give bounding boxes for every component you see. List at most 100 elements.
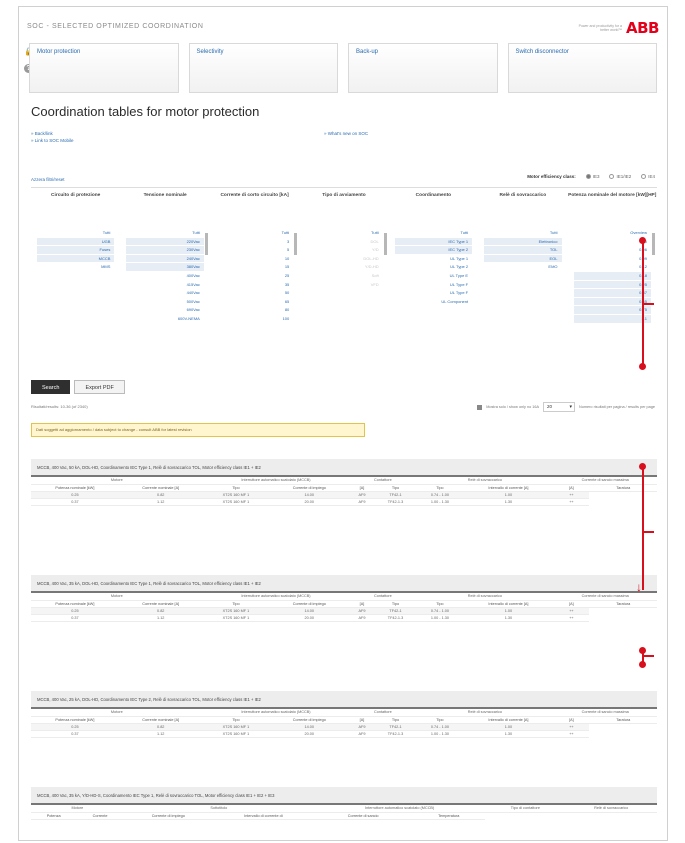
filter-option[interactable]: 3 [215, 238, 294, 247]
filter-option[interactable]: 5 [215, 246, 294, 255]
filter-option[interactable]: 35 [215, 281, 294, 290]
filter-option[interactable]: EMO [484, 263, 562, 272]
filter-option[interactable]: 440Vac [126, 289, 204, 298]
group-header-row: Motore Sottotitolo Interruttore automatico… [31, 805, 657, 813]
filter-option[interactable]: UGB [37, 237, 115, 247]
filter-option[interactable]: 0.25 [573, 280, 651, 290]
column-header: Tipo [374, 484, 417, 492]
scrollbar[interactable] [294, 233, 298, 255]
filter-option[interactable]: Overview [573, 229, 651, 238]
filter-option[interactable]: MCCB [37, 254, 115, 264]
per-page-select[interactable]: 20 [543, 402, 576, 412]
table-row[interactable]: 0.37 1.12 XT2S 160 MF 1 20.00 AF9 TF42-1.3 1.0… [31, 614, 657, 622]
tab-back-up[interactable]: Back-up [348, 43, 498, 93]
search-button[interactable]: Search [31, 380, 71, 394]
result-block: MCCB, 400 Vac, 35 kA, DOL-HD, Coordiname… [31, 575, 657, 622]
filter-option[interactable]: 240Vac [126, 254, 204, 264]
filter-option[interactable]: Tutti [484, 229, 562, 238]
filter-list-coordination[interactable]: Tutti IEC Type 1 IEC Type 2 UL Type 1 UL Typ… [389, 229, 478, 375]
filter-option[interactable]: 0.75 [573, 306, 651, 315]
table-row[interactable]: 0.25 0.82 XT2S 160 MF 1 14.00 AF9 TF42-1 0.74 … [31, 491, 657, 499]
filter-list-circuit[interactable]: Tutti UGB Fuses MCCB MMS [31, 229, 120, 375]
filter-option[interactable]: UL Type 2 [394, 263, 473, 272]
table-cell: 0.82 [118, 723, 203, 731]
filter-option[interactable]: MMS [37, 263, 115, 272]
filter-option[interactable]: 50 [215, 289, 294, 298]
filter-option[interactable]: VFD [305, 281, 383, 290]
filter-option[interactable]: 230Vac [126, 246, 204, 255]
back-link[interactable]: » Back/link [31, 130, 74, 137]
filter-option[interactable]: IEC Type 2 [394, 246, 473, 255]
filter-option[interactable]: 0.09 [573, 255, 651, 264]
efficiency-option-ie1-ie2[interactable]: IE1/IE2 [609, 174, 631, 179]
filter-option[interactable]: 0.12 [573, 263, 651, 272]
filter-option[interactable]: Tutti [394, 229, 473, 238]
filter-option[interactable]: EOL [484, 254, 562, 264]
table-row[interactable]: 0.25 0.82 XT2S 160 MF 1 14.00 AF9 TF42-1 0.74 … [31, 607, 657, 615]
whats-new-link[interactable]: » What's new on SOC [324, 131, 368, 136]
filter-option[interactable]: 0.06 [573, 246, 651, 255]
filter-option[interactable]: 400Vac [126, 272, 204, 281]
table-row[interactable]: 0.37 1.12 XT2S 160 MF 1 20.00 AF9 TF42-1.3 1.0… [31, 730, 657, 738]
filter-option[interactable]: IEC Type 1 [394, 237, 473, 247]
filter-option[interactable]: Fuses [37, 246, 115, 255]
table-cell: XT2S 160 MF 1 [202, 730, 270, 738]
scrollbar[interactable] [383, 233, 387, 255]
filter-option[interactable]: 65 [215, 298, 294, 307]
column-header: Corrente di impiego [123, 812, 213, 820]
sub-links: » Back/link » Link to SOC Mobile [31, 130, 74, 144]
filter-list-starting-type[interactable]: Tutti DOL Y/D DOL-HD Y/D-HD Soft VFD [299, 229, 388, 375]
table-row[interactable]: 0.25 0.82 XT2S 160 MF 1 14.00 AF9 TF42-1 0.74 … [31, 723, 657, 731]
filter-option[interactable]: Tutti [215, 229, 294, 238]
filter-list-overload-relay[interactable]: Tutti Elettronico TOL EOL EMO [478, 229, 567, 375]
filter-option[interactable]: Elettronico [484, 237, 562, 247]
efficiency-option-ie4[interactable]: IE4 [641, 174, 655, 179]
filter-option[interactable]: Tutti [305, 229, 383, 238]
filter-option[interactable]: UL Type F [394, 289, 473, 298]
filter-option[interactable]: 0.37 [573, 289, 651, 298]
filter-option[interactable]: Tutti [126, 229, 204, 238]
filter-option[interactable]: 0.55 [573, 297, 651, 307]
filter-list-short-circuit[interactable]: Tutti 3 5 10 15 25 35 50 65 80 100 [210, 229, 299, 375]
filter-option[interactable]: 415Vac [126, 281, 204, 290]
table-cell: XT2S 160 MF 1 [202, 614, 270, 622]
filter-list-voltage[interactable]: Tutti 220Vac 230Vac 240Vac 380Vac 400Vac 415Va… [120, 229, 209, 375]
filter-option[interactable]: 220Vac [126, 237, 204, 247]
export-pdf-button[interactable]: Export PDF [74, 380, 125, 394]
reset-filters-link[interactable]: Azzera filtri/reset [31, 177, 65, 182]
mobile-link[interactable]: » Link to SOC Mobile [31, 137, 74, 144]
filter-list-motor-power[interactable]: Overview00.060.090.120.180.250.370.550.7… [568, 229, 657, 375]
filter-option[interactable]: 690Vac [126, 306, 204, 315]
column-header: Tipo [416, 600, 464, 608]
filter-option[interactable]: UL Type F [394, 281, 473, 290]
filter-option[interactable]: Y/D-HD [305, 263, 383, 272]
filter-option[interactable]: Y/D [305, 246, 383, 255]
filter-option[interactable]: 100 [215, 315, 294, 324]
filter-option[interactable]: DOL-HD [305, 255, 383, 264]
filter-option[interactable]: TOL [484, 246, 562, 255]
filter-option[interactable]: UL Component [394, 298, 473, 307]
filter-option[interactable]: Soft [305, 272, 383, 281]
filter-option[interactable]: 0.18 [573, 271, 651, 281]
table-row[interactable]: 0.37 1.12 XT2S 160 MF 1 20.00 AF9 TF42-1.3 1.0… [31, 498, 657, 506]
filter-option[interactable]: 1.1 [573, 314, 651, 324]
tab-switch-disconnector[interactable]: Switch disconnector [507, 43, 657, 93]
filter-option[interactable]: 25 [215, 272, 294, 281]
filter-option[interactable]: 600V-NEMA [126, 315, 204, 324]
filter-option[interactable]: 500Vac [126, 298, 204, 307]
filter-option[interactable]: UL Type 1 [394, 255, 473, 264]
tab-motor-protection[interactable]: Motor protection [29, 43, 179, 93]
filter-option[interactable]: 10 [215, 255, 294, 264]
filter-option[interactable]: UL Type E [394, 272, 473, 281]
warning-banner: Dati soggetti ad aggiornamento / data su… [31, 423, 365, 437]
tab-selectivity[interactable]: Selectivity [188, 43, 338, 93]
scrollbar[interactable] [204, 233, 208, 255]
filter-option[interactable]: 380Vac [126, 263, 204, 272]
efficiency-option-ie3[interactable]: IE3 [585, 174, 599, 179]
scrollbar[interactable] [651, 233, 655, 255]
filter-option[interactable]: DOL [305, 238, 383, 247]
show-only-checkbox[interactable] [477, 404, 483, 410]
filter-option[interactable]: Tutti [37, 229, 115, 238]
filter-option[interactable]: 80 [215, 306, 294, 315]
filter-option[interactable]: 15 [215, 263, 294, 272]
